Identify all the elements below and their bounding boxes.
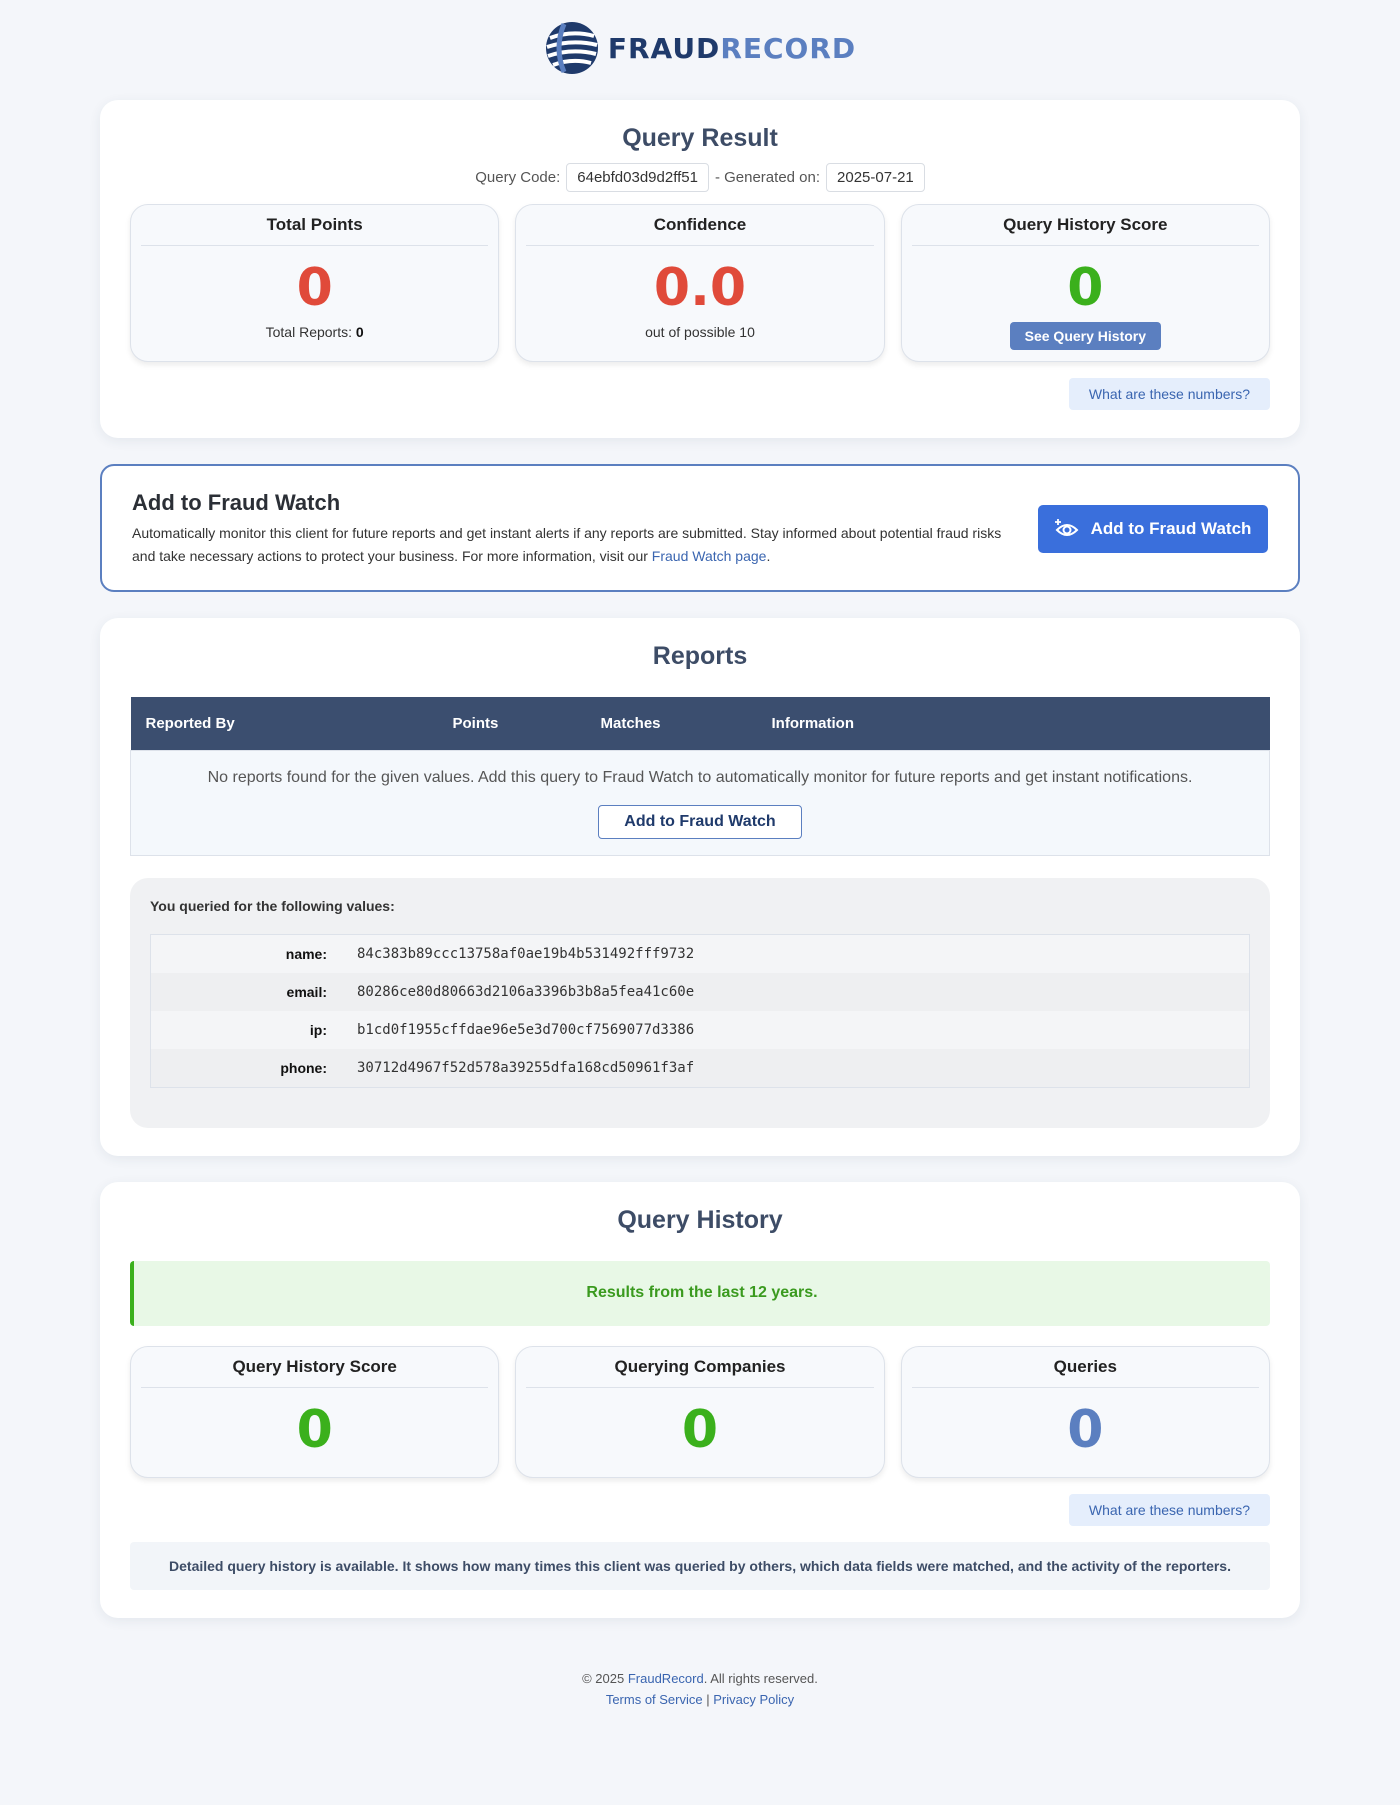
col-points: Points [437,697,586,750]
query-meta: Query Code: 64ebfd03d9d2ff51 - Generated… [130,163,1270,192]
qh-score-value: 0 [296,1399,333,1460]
generated-label: - Generated on: [714,169,821,186]
brand-name-part2: RECORD [720,31,857,65]
query-history-title: Query History [617,1205,783,1234]
total-points-box: Total Points 0 Total Reports: 0 [130,204,500,362]
qh-what-are-these-numbers-button[interactable]: What are these numbers? [1068,1493,1270,1526]
qh-score-box: Query History Score 0 [130,1345,500,1478]
queried-values-list: name: 84c383b89ccc13758af0ae19b4b531492f… [150,933,1250,1088]
queried-value-row: phone: 30712d4967f52d578a39255dfa168cd50… [151,1048,1249,1087]
querying-companies-value: 0 [681,1399,719,1460]
queried-value: 84c383b89ccc13758af0ae19b4b531492fff9732 [357,945,695,962]
query-result-title: Query Result [622,124,778,152]
qh-score-label: Query History Score [141,1357,489,1388]
page: FRAUDRECORD Query Result Query Code: 64e… [0,0,1400,1780]
copyright: © 2025 FraudRecord. All rights reserved. [0,1668,1400,1689]
confidence-label: Confidence [526,215,874,246]
copyright-prefix: © 2025 [582,1670,628,1686]
empty-reports-text: No reports found for the given values. A… [207,768,1193,786]
add-to-fraud-watch-label: Add to Fraud Watch [1090,519,1252,538]
query-history-info: Detailed query history is available. It … [130,1541,1270,1590]
fraud-watch-text: Add to Fraud Watch Automatically monitor… [132,490,1012,568]
empty-reports-row: No reports found for the given values. A… [130,749,1270,856]
empty-add-to-fraud-watch-button[interactable]: Add to Fraud Watch [598,804,802,839]
globe-logo-icon [545,22,598,74]
fraudrecord-link[interactable]: FraudRecord [628,1671,704,1686]
queried-key: email: [286,983,327,1000]
queried-value: 80286ce80d80663d2106a3396b3b8a5fea41c60e [357,983,695,1000]
total-points-label: Total Points [141,215,489,246]
history-score-box: Query History Score 0 See Query History [900,204,1270,362]
col-information: Information [756,697,1270,750]
col-matches: Matches [585,697,757,750]
brand-logo[interactable]: FRAUDRECORD [0,20,1400,76]
brand-name-part1: FRAUD [607,31,721,65]
total-reports-label: Total Reports: [265,324,352,340]
queried-value-row: name: 84c383b89ccc13758af0ae19b4b531492f… [151,934,1249,973]
fraud-watch-title: Add to Fraud Watch [132,490,341,515]
col-reported-by: Reported By [130,697,438,750]
see-query-history-button[interactable]: See Query History [1009,322,1162,350]
fraud-watch-desc-text: Automatically monitor this client for fu… [132,525,1002,564]
queried-value: b1cd0f1955cffdae96e5e3d700cf7569077d3386 [357,1021,695,1038]
empty-reports-cell: No reports found for the given values. A… [130,749,1270,856]
generated-date: 2025-07-21 [826,163,925,192]
eye-plus-icon [1054,519,1078,536]
queried-value-row: ip: b1cd0f1955cffdae96e5e3d700cf7569077d… [151,1010,1249,1049]
queried-key: name: [285,945,327,962]
what-row: What are these numbers? [130,378,1270,410]
confidence-sub: out of possible 10 [645,324,755,340]
what-are-these-numbers-button[interactable]: What are these numbers? [1068,378,1270,410]
queried-value-row: email: 80286ce80d80663d2106a3396b3b8a5fe… [151,972,1249,1011]
reports-header-row: Reported By Points Matches Information [130,697,1270,750]
copyright-suffix: . All rights reserved. [703,1670,818,1686]
queried-values-title: You queried for the following values: [150,897,395,914]
terms-of-service-link[interactable]: Terms of Service [606,1692,703,1707]
query-code-value: 64ebfd03d9d2ff51 [566,163,709,192]
queries-value: 0 [1067,1399,1104,1460]
query-result-card: Query Result Query Code: 64ebfd03d9d2ff5… [100,100,1300,438]
footer-links: Terms of Service | Privacy Policy [0,1689,1400,1710]
privacy-policy-link[interactable]: Privacy Policy [713,1692,794,1707]
history-score-label: Query History Score [911,215,1259,246]
queried-key: ip: [309,1021,327,1038]
reports-table: Reported By Points Matches Information N… [130,697,1270,856]
add-to-fraud-watch-button[interactable]: Add to Fraud Watch [1038,505,1268,553]
query-history-card: Query History Results from the last 12 y… [100,1181,1300,1618]
querying-companies-box: Querying Companies 0 [515,1345,885,1478]
query-result-stats: Total Points 0 Total Reports: 0 Confiden… [130,204,1270,362]
queried-value: 30712d4967f52d578a39255dfa168cd50961f3af [357,1059,695,1076]
query-history-notice: Results from the last 12 years. [130,1260,1270,1326]
fraud-watch-desc-suffix: . [766,548,771,564]
querying-companies-label: Querying Companies [526,1357,874,1388]
qh-what-row: What are these numbers? [130,1493,1270,1526]
brand-name: FRAUDRECORD [608,32,856,65]
footer-separator: | [706,1691,710,1707]
footer: © 2025 FraudRecord. All rights reserved.… [0,1668,1400,1710]
reports-title: Reports [652,642,748,670]
fraud-watch-page-link[interactable]: Fraud Watch page [652,548,767,564]
history-score-value: 0 [1067,258,1104,318]
queries-box: Queries 0 [900,1345,1270,1478]
query-history-stats: Query History Score 0 Querying Companies… [130,1345,1270,1478]
reports-card: Reports Reported By Points Matches Infor… [100,618,1300,1156]
queries-label: Queries [911,1357,1259,1388]
total-reports-value: 0 [355,324,364,340]
queried-key: phone: [280,1059,327,1076]
query-code-label: Query Code: [475,169,561,186]
confidence-box: Confidence 0.0 out of possible 10 [515,204,885,362]
total-points-value: 0 [296,258,333,318]
confidence-value: 0.0 [653,258,747,318]
fraud-watch-description: Automatically monitor this client for fu… [132,522,1012,568]
total-reports: Total Reports: 0 [141,324,488,340]
queried-values-panel: You queried for the following values: na… [130,877,1270,1128]
fraud-watch-card: Add to Fraud Watch Automatically monitor… [100,464,1300,592]
